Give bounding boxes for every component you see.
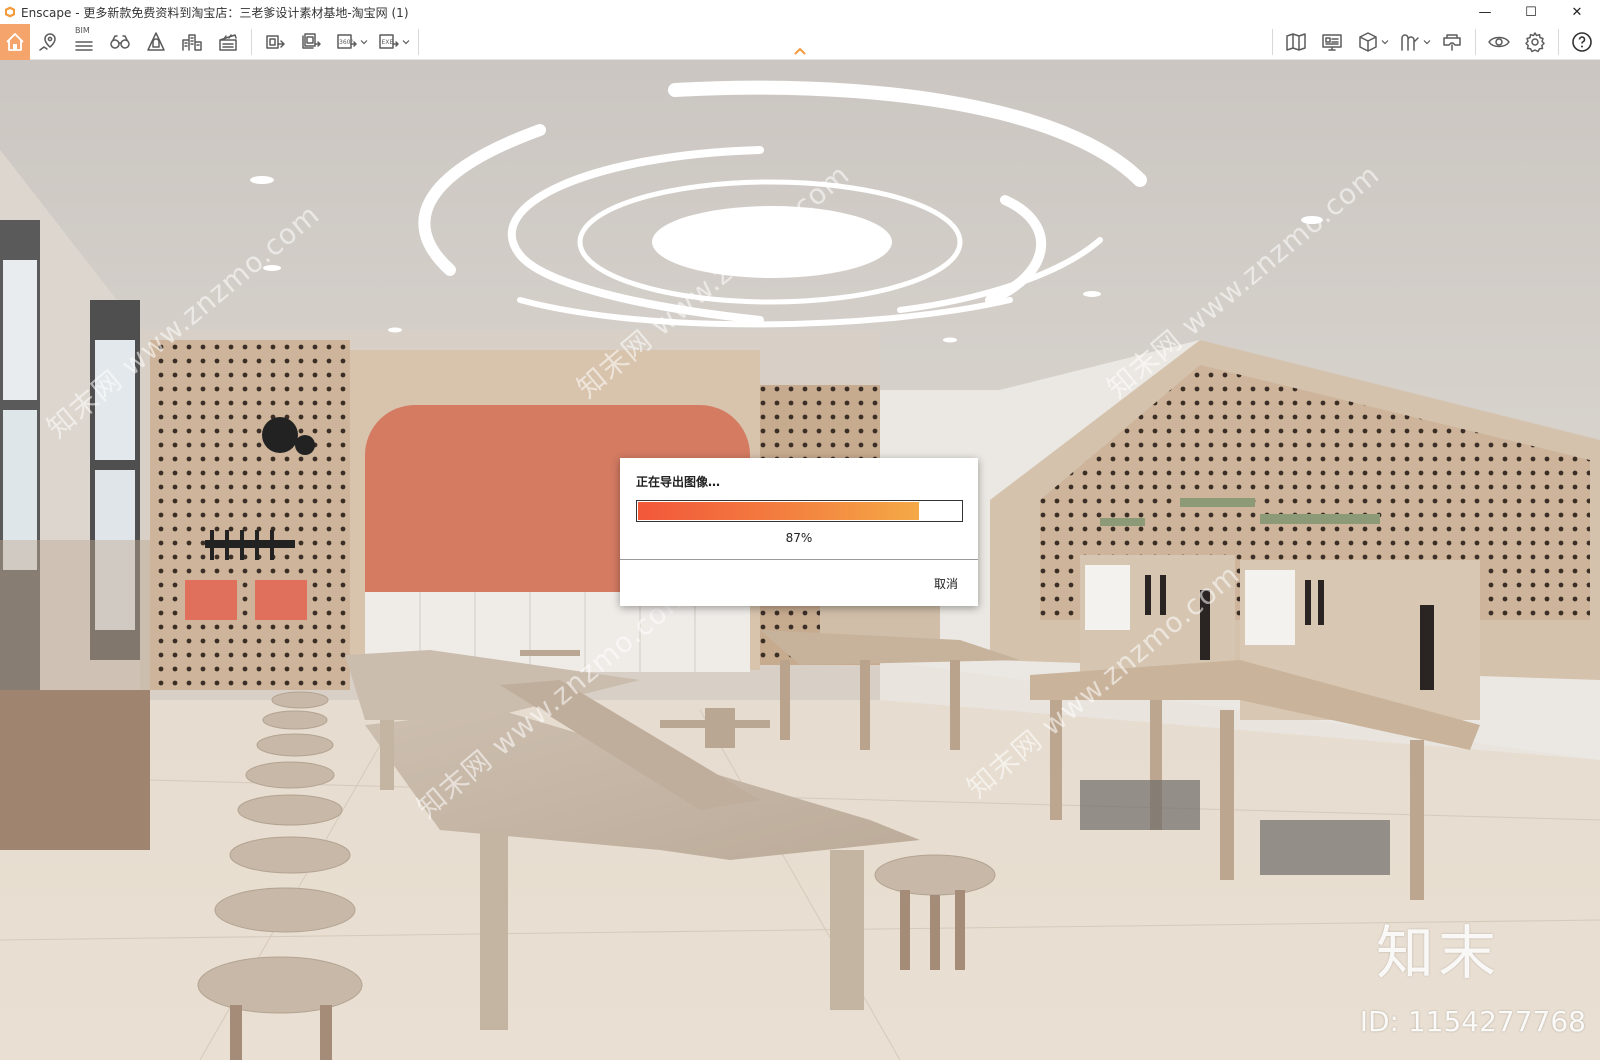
progress-percent: 87% [785,531,813,545]
enscape-logo-icon [5,6,15,18]
toolbar-separator [1272,29,1273,55]
help-icon [1572,32,1592,52]
title-bar: Enscape - 更多新款免费资料到淘宝店：三老爹设计素材基地-淘宝网 (1)… [0,0,1600,24]
visibility-eye-icon [1488,36,1510,48]
export-exe-button[interactable]: EXE [371,24,407,60]
toolbar-separator [1475,29,1476,55]
map-icon [1286,33,1306,51]
chevron-up-icon[interactable] [793,46,807,56]
shield-icon [147,32,165,51]
settings-gear-icon [1525,32,1545,53]
binoculars-icon [110,35,130,49]
svg-text:360°: 360° [339,39,353,46]
safe-frame-button[interactable] [138,24,174,60]
batch-render-icon [302,33,321,49]
cube-view-icon [1359,32,1377,52]
vr-headset-icon [1443,34,1461,51]
monitor-icon [1322,34,1342,51]
progress-fill [638,502,919,520]
screenshot-export-icon [266,35,285,49]
vr-button[interactable] [1434,24,1470,60]
panorama-button[interactable]: 360° [329,24,365,60]
toolbar-right-group [1267,24,1600,60]
maximize-button[interactable]: ☐ [1508,0,1554,24]
toolbar-left-group: BIM 360° EXE [0,24,424,60]
dialog-title: 正在导出图像… [636,475,721,489]
home-icon [6,33,24,51]
window-controls: — ☐ ✕ [1462,0,1600,24]
svg-text:EXE: EXE [382,39,394,46]
bim-button[interactable]: BIM [66,24,102,60]
help-button[interactable] [1564,24,1600,60]
location-button[interactable] [30,24,66,60]
batch-render-button[interactable] [293,24,329,60]
clapper-icon [219,34,237,51]
export-progress-bar [636,500,963,522]
minimize-button[interactable]: — [1462,0,1508,24]
dialog-divider [620,559,978,560]
monitor-button[interactable] [1314,24,1350,60]
screenshot-button[interactable] [257,24,293,60]
toolbar-separator [418,29,419,55]
binoculars-button[interactable] [102,24,138,60]
toolbar-separator [251,29,252,55]
image-id-label: ID: 1154277768 [1359,1005,1586,1038]
cancel-button[interactable]: 取消 [934,575,958,592]
home-button[interactable] [0,24,30,60]
visibility-button[interactable] [1481,24,1517,60]
buildings-button[interactable] [174,24,210,60]
export-progress-dialog: 正在导出图像… 87% 取消 [620,458,978,606]
window-title: Enscape - 更多新款免费资料到淘宝店：三老爹设计素材基地-淘宝网 (1) [21,5,409,20]
toolbar-separator [1558,29,1559,55]
cube-view-button[interactable] [1350,24,1386,60]
toolbar: BIM 360° EXE [0,24,1600,60]
panorama-360-icon: 360° [337,34,357,49]
bim-label: BIM [75,26,90,35]
buildings-icon [182,34,202,51]
asset-library-button[interactable] [1392,24,1428,60]
enscape-window: Enscape - 更多新款免费资料到淘宝店：三老爹设计素材基地-淘宝网 (1)… [0,0,1600,1060]
close-button[interactable]: ✕ [1554,0,1600,24]
location-pin-icon [39,33,56,51]
brand-logo: 知末 [1375,919,1500,987]
map-button[interactable] [1278,24,1314,60]
export-exe-icon: EXE [379,34,399,49]
asset-library-icon [1401,34,1419,51]
settings-button[interactable] [1517,24,1553,60]
video-editor-button[interactable] [210,24,246,60]
